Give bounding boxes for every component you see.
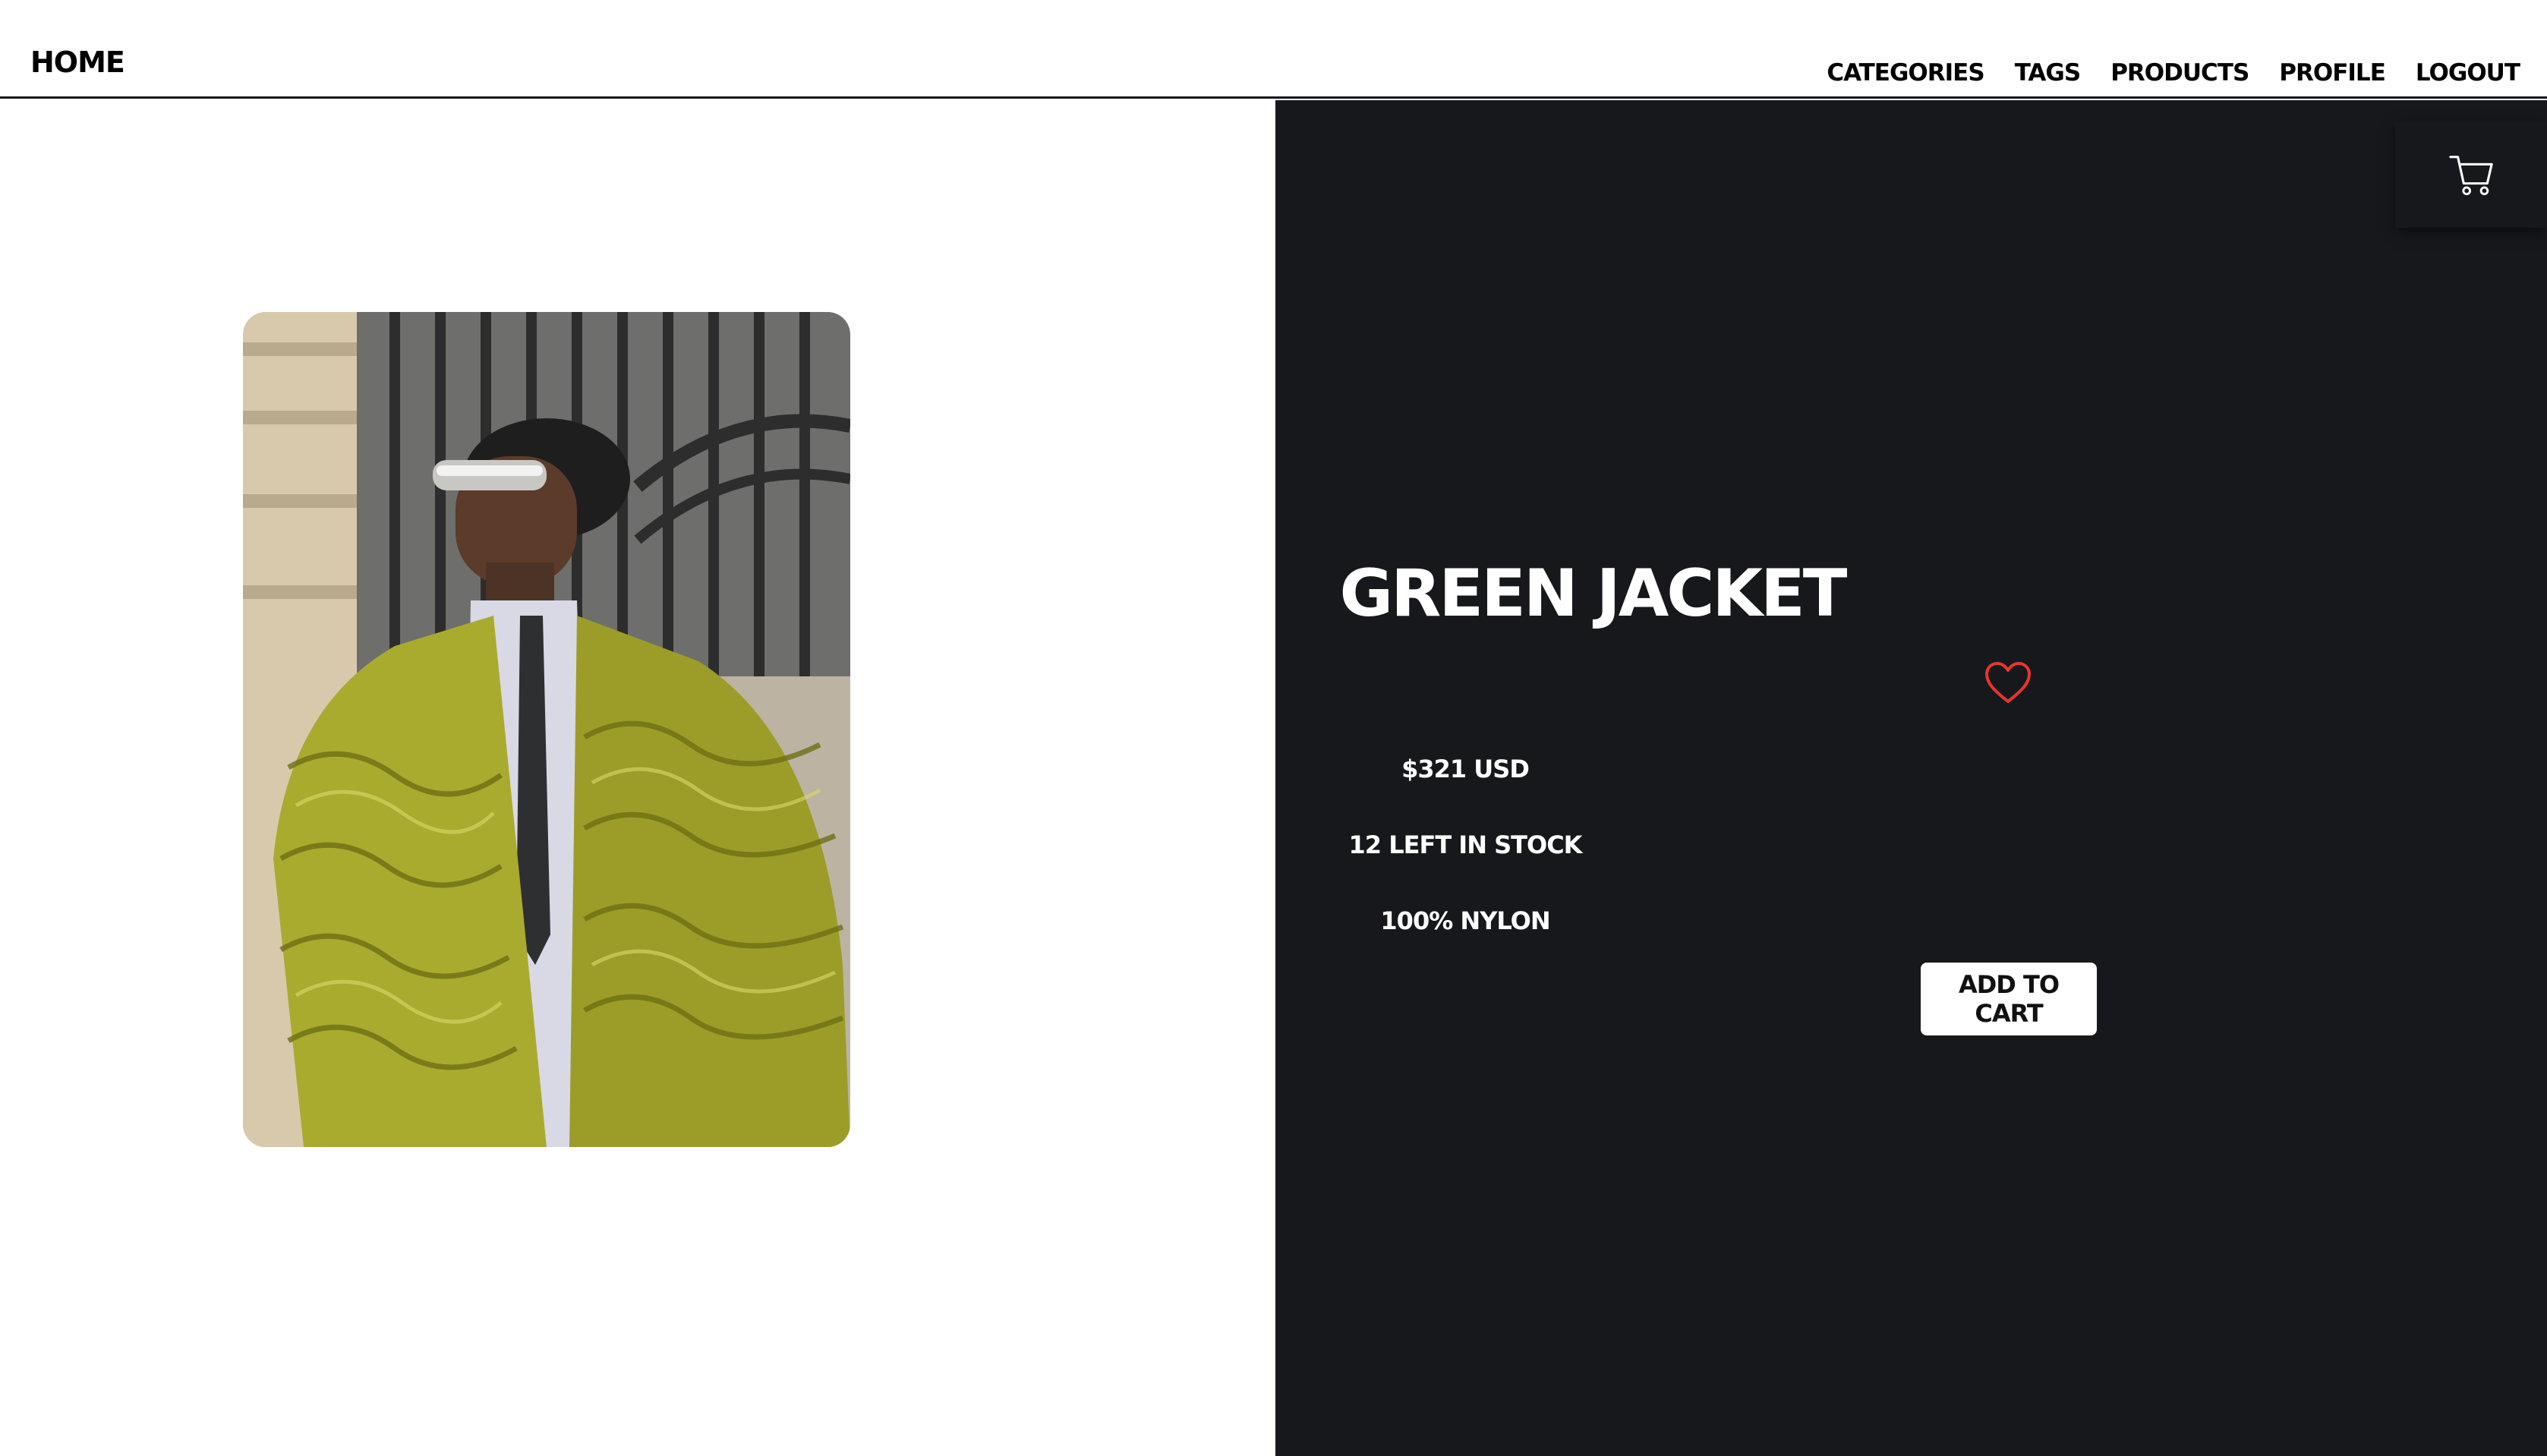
nav-profile[interactable]: PROFILE <box>2279 59 2386 87</box>
product-title: GREEN JACKET <box>1339 556 1848 632</box>
cart-button[interactable] <box>2395 121 2547 228</box>
home-link[interactable]: HOME <box>30 46 125 79</box>
cart-icon <box>2449 156 2493 196</box>
top-navigation-bar: HOME CATEGORIES TAGS PRODUCTS PROFILE LO… <box>0 0 2547 99</box>
product-image-panel <box>0 100 1275 1456</box>
nav-categories[interactable]: CATEGORIES <box>1827 59 1984 87</box>
material-value: 100% NYLON <box>1380 906 1550 935</box>
add-to-cart-button[interactable]: ADD TO CART <box>1921 963 2097 1035</box>
nav-tags[interactable]: TAGS <box>2015 59 2082 87</box>
nav-products[interactable]: PRODUCTS <box>2110 59 2249 87</box>
heart-icon <box>1985 662 2031 703</box>
product-photo <box>243 312 850 1147</box>
stock-value: 12 LEFT IN STOCK <box>1348 830 1583 859</box>
nav-logout[interactable]: LOGOUT <box>2416 59 2520 87</box>
main-nav: CATEGORIES TAGS PRODUCTS PROFILE LOGOUT <box>1827 59 2520 87</box>
price-value: $321 USD <box>1401 755 1530 783</box>
favorite-button[interactable] <box>1984 660 2032 709</box>
